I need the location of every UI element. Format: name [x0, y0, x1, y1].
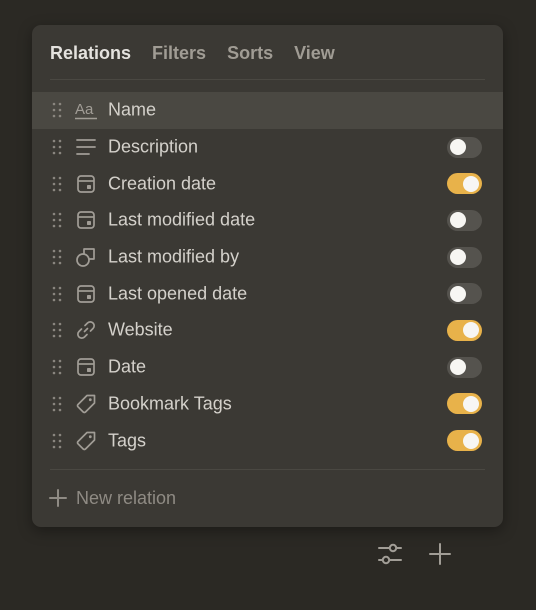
drag-handle-icon[interactable] — [51, 359, 63, 375]
tab-bar: Relations Filters Sorts View — [50, 42, 335, 64]
relation-row-creation-date[interactable]: Creation date — [32, 165, 503, 202]
visibility-toggle-website[interactable] — [447, 319, 482, 341]
relation-row-description[interactable]: Description — [32, 129, 503, 166]
drag-handle-icon[interactable] — [51, 433, 63, 449]
visibility-toggle-bookmark-tags[interactable] — [447, 393, 482, 415]
relation-row-last-modified-by[interactable]: Last modified by — [32, 239, 503, 276]
drag-handle-icon[interactable] — [51, 286, 63, 302]
drag-handle-icon[interactable] — [51, 249, 63, 265]
relation-row-tags[interactable]: Tags — [32, 422, 503, 459]
toggle-knob — [450, 212, 466, 229]
toggle-knob — [450, 285, 466, 302]
tab-view[interactable]: View — [294, 43, 335, 64]
text-icon: Aa — [75, 99, 97, 121]
tag-icon — [75, 393, 97, 415]
relation-row-website[interactable]: Website — [32, 312, 503, 349]
visibility-toggle-description[interactable] — [447, 136, 482, 158]
relation-row-name[interactable]: Aa Name — [32, 92, 503, 129]
view-settings-button[interactable] — [377, 541, 403, 567]
toggle-knob — [463, 395, 479, 412]
link-icon — [75, 319, 97, 341]
toggle-knob — [450, 249, 466, 266]
plus-icon — [429, 543, 451, 565]
relation-label: Bookmark Tags — [108, 393, 232, 414]
relation-label: Creation date — [108, 173, 217, 194]
drag-handle-icon[interactable] — [51, 102, 63, 118]
visibility-toggle-last-modified-date[interactable] — [447, 209, 482, 231]
toggle-knob — [463, 432, 479, 449]
tab-relations[interactable]: Relations — [50, 43, 131, 64]
tab-filters[interactable]: Filters — [152, 43, 206, 64]
visibility-toggle-date[interactable] — [447, 356, 482, 378]
relation-label: Last modified by — [108, 246, 240, 267]
settings-sliders-icon — [378, 543, 402, 565]
visibility-toggle-creation-date[interactable] — [447, 173, 482, 195]
calendar-icon — [75, 209, 97, 231]
relation-row-date[interactable]: Date — [32, 349, 503, 386]
relation-label: Date — [108, 356, 147, 377]
relation-label: Last modified date — [108, 209, 256, 230]
toggle-knob — [450, 139, 466, 156]
plus-icon — [49, 489, 67, 507]
relation-label: Description — [108, 136, 199, 157]
drag-handle-icon[interactable] — [51, 396, 63, 412]
tab-sorts[interactable]: Sorts — [227, 43, 273, 64]
visibility-toggle-last-modified-by[interactable] — [447, 246, 482, 268]
drag-handle-icon[interactable] — [51, 176, 63, 192]
drag-handle-icon[interactable] — [51, 139, 63, 155]
toggle-knob — [450, 359, 466, 376]
relation-label: Name — [108, 99, 157, 120]
calendar-icon — [75, 173, 97, 195]
new-relation-button[interactable]: New relation — [48, 485, 176, 511]
visibility-toggle-tags[interactable] — [447, 430, 482, 452]
tag-icon — [75, 430, 97, 452]
new-relation-label: New relation — [76, 487, 177, 508]
relations-panel: Relations Filters Sorts View Aa Name Descr… — [32, 25, 503, 527]
toggle-knob — [463, 175, 479, 192]
relation-row-bookmark-tags[interactable]: Bookmark Tags — [32, 386, 503, 423]
object-icon — [75, 246, 97, 268]
drag-handle-icon[interactable] — [51, 212, 63, 228]
footer-divider — [50, 469, 485, 470]
relation-label: Last opened date — [108, 283, 248, 304]
calendar-icon — [75, 283, 97, 305]
drag-handle-icon[interactable] — [51, 322, 63, 338]
relation-row-last-modified-date[interactable]: Last modified date — [32, 202, 503, 239]
toggle-knob — [463, 322, 479, 339]
svg-text:Aa: Aa — [75, 101, 94, 118]
calendar-icon — [75, 356, 97, 378]
relation-row-last-opened-date[interactable]: Last opened date — [32, 275, 503, 312]
tab-divider — [50, 79, 485, 80]
relation-list: Aa Name Description Creation date Last modif… — [32, 92, 503, 459]
relation-label: Website — [108, 319, 173, 340]
visibility-toggle-last-opened-date[interactable] — [447, 283, 482, 305]
relation-label: Tags — [108, 430, 147, 451]
lines-icon — [75, 136, 97, 158]
add-view-button[interactable] — [427, 541, 453, 567]
